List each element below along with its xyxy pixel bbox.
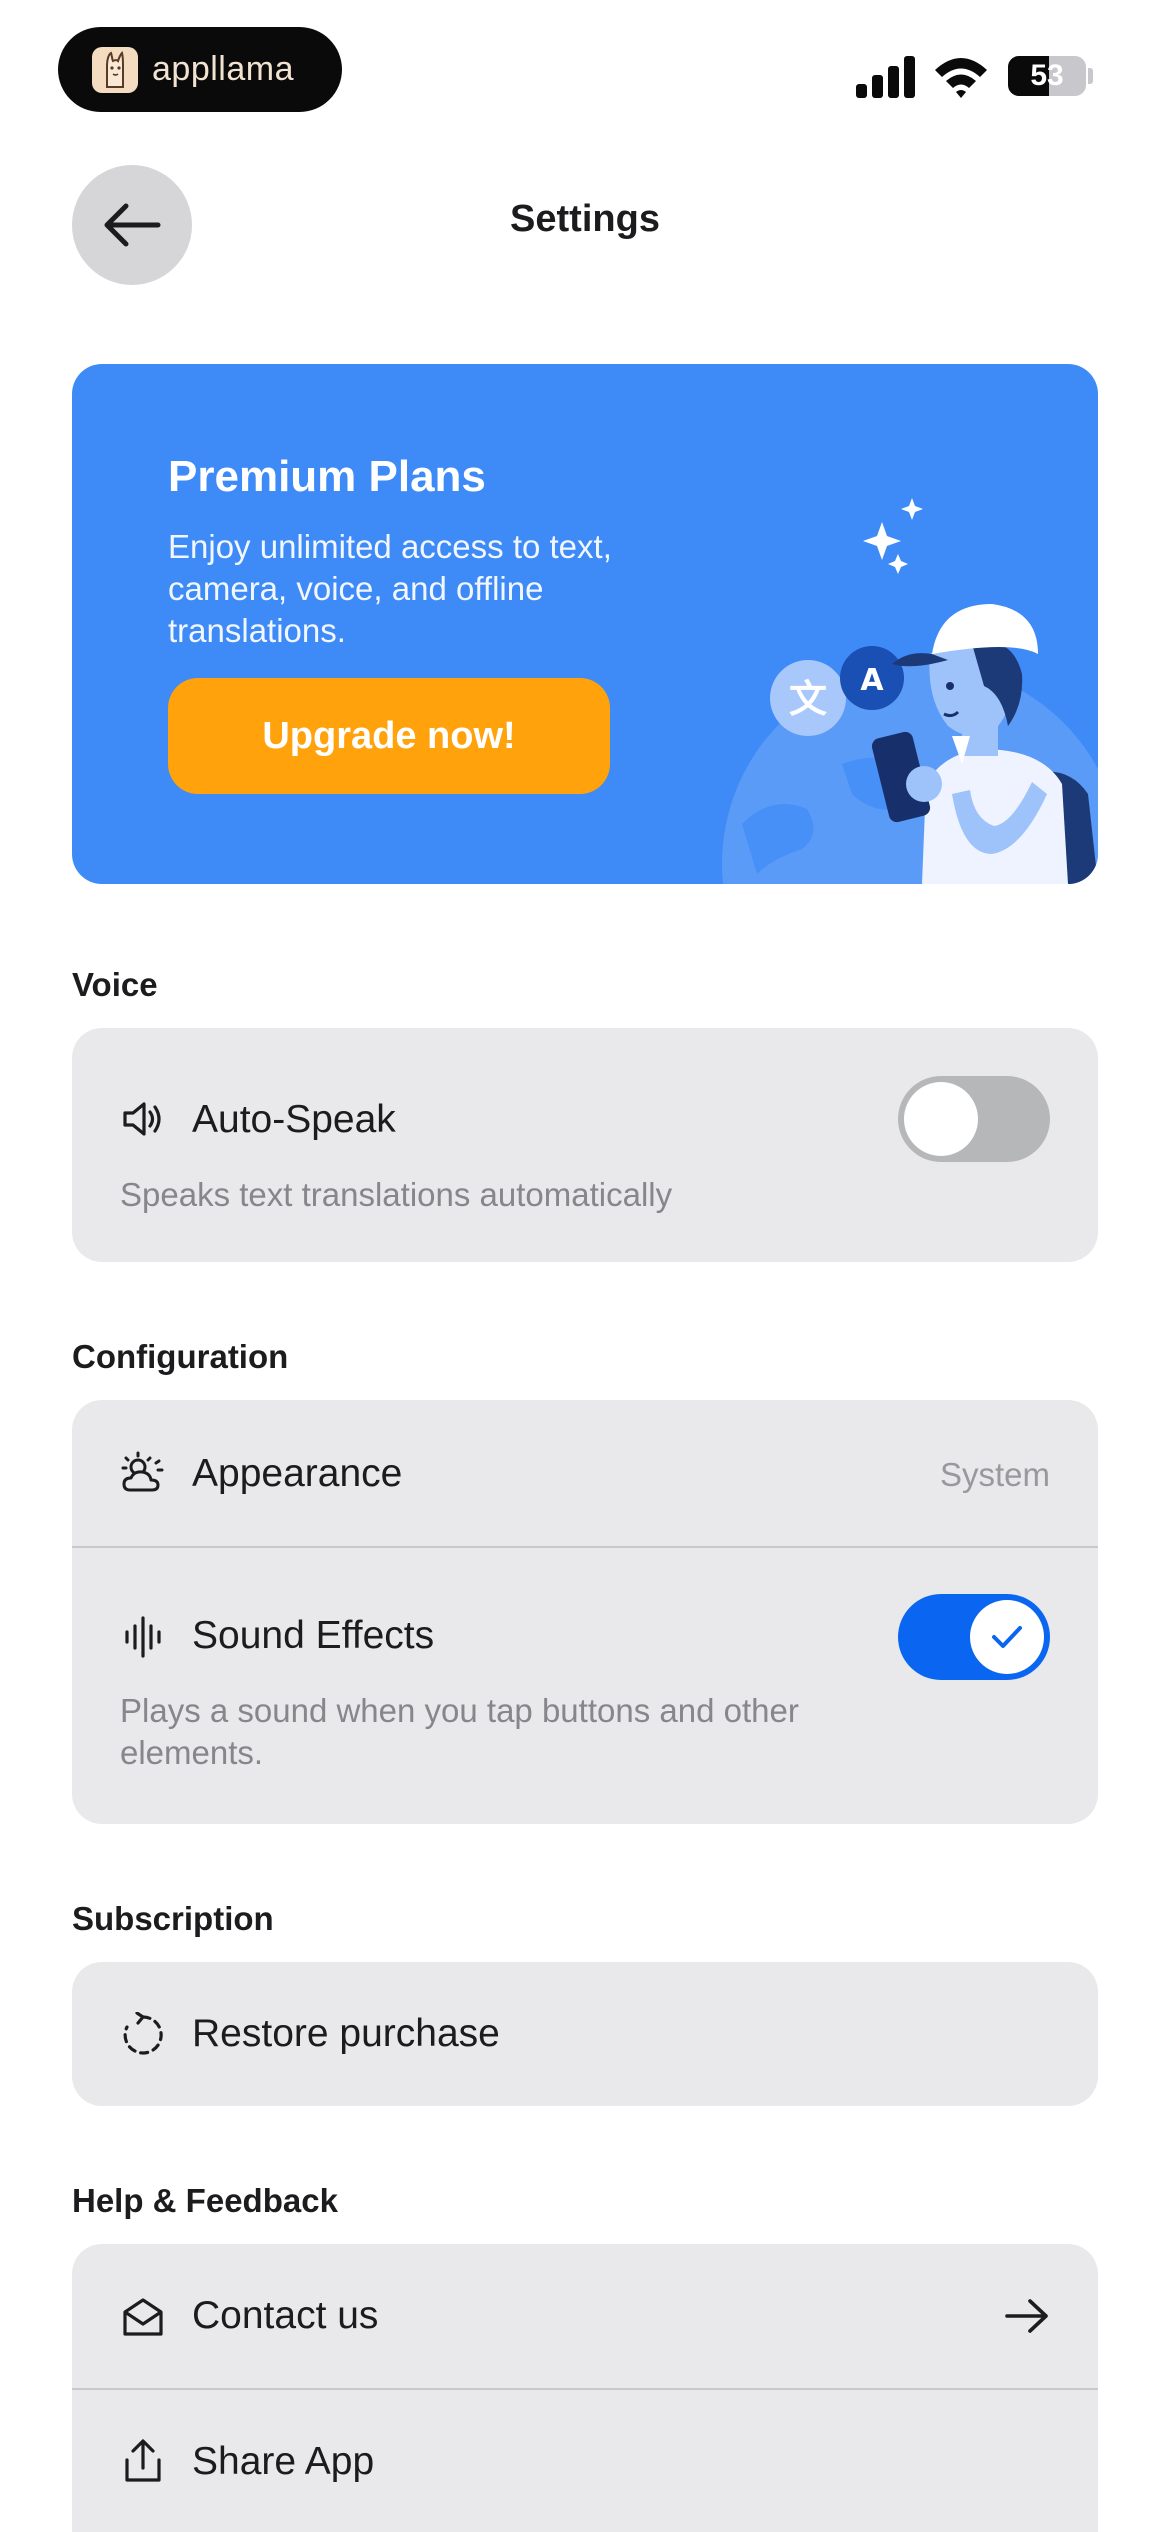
premium-plans-card[interactable]: Premium Plans Enjoy unlimited access to …	[72, 364, 1098, 884]
contact-us-row[interactable]: Contact us	[72, 2244, 1098, 2388]
restore-purchase-row[interactable]: Restore purchase	[72, 1962, 1098, 2106]
battery-nub	[1088, 68, 1093, 84]
voice-group: Auto-Speak Speaks text translations auto…	[72, 1028, 1098, 1262]
app-name: appllama	[152, 50, 294, 88]
section-label-voice: Voice	[72, 966, 158, 1003]
upgrade-now-button[interactable]: Upgrade now!	[168, 678, 610, 794]
sound-effects-description: Plays a sound when you tap buttons and o…	[120, 1692, 799, 1771]
auto-speak-label: Auto-Speak	[192, 1098, 396, 1141]
sound-effects-toggle[interactable]	[898, 1594, 1050, 1680]
battery-icon: 53	[1008, 56, 1086, 96]
appearance-label: Appearance	[192, 1452, 403, 1495]
envelope-open-icon	[123, 2298, 163, 2336]
sound-effects-label: Sound Effects	[192, 1614, 435, 1657]
page-title: Settings	[510, 198, 660, 240]
auto-speak-toggle[interactable]	[898, 1076, 1050, 1162]
sound-effects-row: Sound Effects Plays a sound when you tap…	[72, 1548, 1098, 1824]
restore-purchase-label: Restore purchase	[192, 2012, 500, 2055]
toggle-knob	[970, 1600, 1044, 1674]
help-group: Contact us Share App	[72, 2244, 1098, 2532]
llama-logo-icon	[92, 46, 138, 93]
cellular-signal-icon	[856, 56, 915, 98]
share-icon	[125, 2439, 161, 2482]
section-label-configuration: Configuration	[72, 1338, 289, 1375]
arrow-right-icon	[1005, 2299, 1048, 2333]
premium-description: Enjoy unlimited access to text, camera, …	[168, 528, 612, 649]
speaker-icon	[123, 1102, 161, 1136]
app-indicator-pill[interactable]: appllama	[58, 27, 342, 112]
checkmark-icon	[992, 1626, 1022, 1648]
subscription-group: Restore purchase	[72, 1962, 1098, 2106]
auto-speak-description: Speaks text translations automatically	[120, 1176, 673, 1213]
share-app-row[interactable]: Share App	[72, 2390, 1098, 2532]
svg-text:文: 文	[789, 677, 827, 721]
appearance-value: System	[939, 1456, 1050, 1493]
restore-icon	[123, 2012, 163, 2055]
configuration-group: Appearance System Sound Effects Plays a …	[72, 1400, 1098, 1824]
badge-letter-a: A	[860, 663, 884, 698]
appearance-row[interactable]: Appearance System	[72, 1400, 1098, 1546]
status-bar: appllama 53	[0, 0, 1170, 130]
battery-level: 53	[1030, 59, 1064, 92]
section-label-subscription: Subscription	[72, 1900, 274, 1937]
sun-cloud-icon	[121, 1451, 164, 1492]
settings-screen: appllama 53 Settings Premium Plans Enjoy…	[0, 0, 1170, 2532]
sound-wave-icon	[125, 1616, 161, 1658]
premium-title: Premium Plans	[168, 452, 486, 501]
auto-speak-row: Auto-Speak Speaks text translations auto…	[72, 1028, 1098, 1262]
share-app-label: Share App	[192, 2440, 375, 2483]
section-label-help: Help & Feedback	[72, 2182, 338, 2219]
toggle-knob	[904, 1082, 978, 1156]
contact-us-label: Contact us	[192, 2294, 379, 2337]
wifi-icon	[935, 58, 987, 98]
translator-illustration: 文 A	[722, 498, 1098, 884]
